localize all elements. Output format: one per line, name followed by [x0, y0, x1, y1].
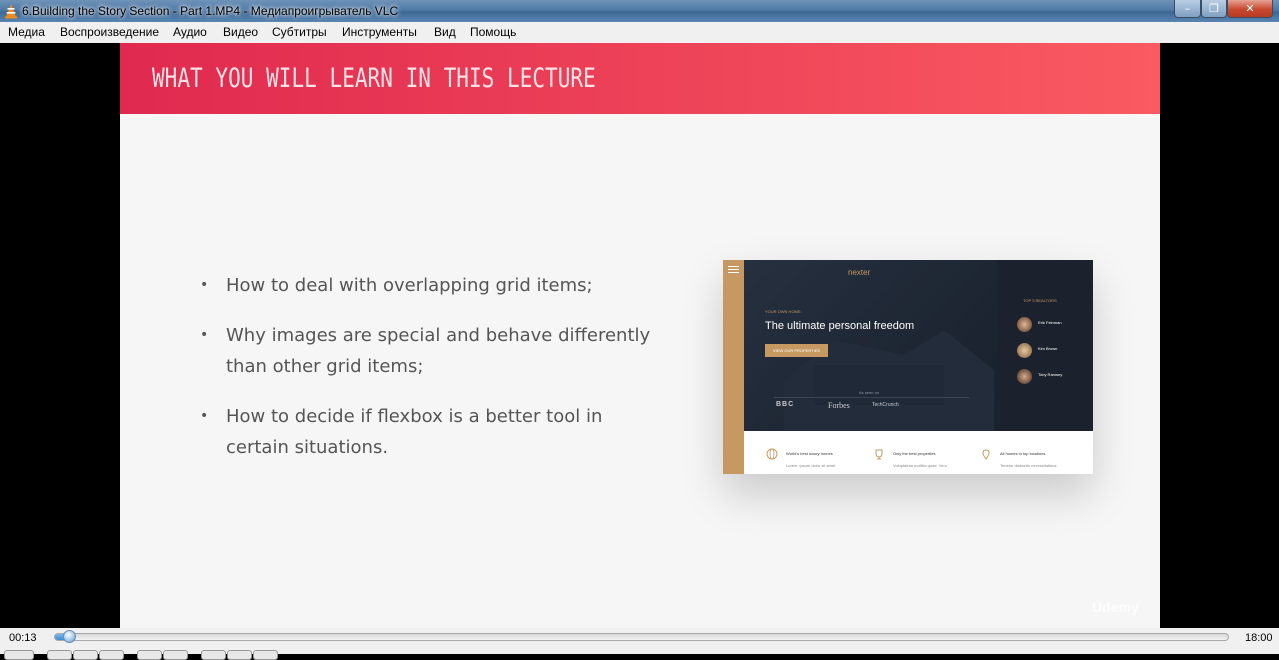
bullet-text: How to decide if flexbox is a better too… [226, 406, 603, 458]
realtor-name: Erik Feinman [1038, 320, 1062, 325]
bullet-dot: • [200, 327, 209, 343]
mockup-realtors: TOP 3 REALTORS Erik Feinman Kim Brown To… [997, 260, 1093, 431]
press-bbc: BBC [776, 401, 795, 408]
mockup-features: World's best luxury homes Lorem, ipsum d… [744, 431, 1093, 474]
press-techcrunch: TechCrunch [872, 402, 899, 408]
mockup-sidebar [723, 260, 744, 474]
website-mockup: nexter YOUR OWN HOME: The ultimate perso… [723, 260, 1093, 474]
menu-media[interactable]: Медиа [8, 25, 45, 39]
previous-button[interactable] [47, 650, 72, 660]
menu-video[interactable]: Видео [223, 25, 258, 39]
elapsed-time: 00:13 [9, 632, 37, 644]
bullet-text: How to deal with overlapping grid items; [226, 275, 593, 296]
feature-text: Lorem, ipsum dolor sit amet [786, 463, 836, 468]
map-pin-icon [982, 449, 990, 460]
player-controls: 00:13 18:00 [0, 628, 1279, 660]
close-icon: ✕ [1245, 2, 1255, 15]
lecture-slide: WHAT YOU WILL LEARN IN THIS LECTURE • Ho… [120, 43, 1160, 628]
trophy-icon [875, 449, 883, 460]
menu-view[interactable]: Вид [434, 25, 456, 39]
close-button[interactable]: ✕ [1227, 0, 1273, 18]
mockup-logo: nexter [848, 268, 871, 277]
slide-header: WHAT YOU WILL LEARN IN THIS LECTURE [120, 43, 1160, 114]
maximize-button[interactable]: ❐ [1201, 0, 1227, 18]
hamburger-icon [728, 266, 739, 273]
feature-title: All homes in top locations [1000, 451, 1046, 456]
vlc-cone-icon [5, 4, 17, 19]
restore-icon: ❐ [1209, 2, 1219, 15]
menu-tools[interactable]: Инструменты [342, 25, 417, 39]
menu-playback[interactable]: Воспроизведение [60, 25, 159, 39]
vlc-window: 6.Building the Story Section - Part 1.MP… [0, 0, 1279, 660]
avatar [1017, 369, 1032, 384]
feature-title: Only the best properties [893, 451, 936, 456]
feature-text: Tenetur distinctio necessitatibus [1000, 463, 1057, 468]
minimize-icon: – [1184, 2, 1191, 15]
bullet-item: • How to decide if flexbox is a better t… [200, 401, 670, 463]
seek-handle[interactable] [63, 630, 76, 643]
next-button[interactable] [99, 650, 124, 660]
globe-icon [766, 448, 778, 460]
minimize-button[interactable]: – [1174, 0, 1201, 18]
feature-text: Voluptatum mollitia quae. Vero [893, 463, 948, 468]
slide-title: WHAT YOU WILL LEARN IN THIS LECTURE [152, 63, 596, 94]
loop-button[interactable] [201, 650, 226, 660]
feature-title: World's best luxury homes [786, 451, 833, 456]
realtor-name: Kim Brown [1038, 346, 1058, 351]
play-button[interactable] [4, 650, 34, 660]
avatar [1017, 343, 1032, 358]
mockup-seen-on: As seen on [859, 390, 880, 395]
menu-help[interactable]: Помощь [470, 25, 516, 39]
seek-bar[interactable] [54, 630, 1229, 643]
extended-settings-button[interactable] [163, 650, 188, 660]
menu-audio[interactable]: Аудио [173, 25, 207, 39]
mockup-cta-button: VIEW OUR PROPERTIES [765, 344, 828, 357]
bullet-item: • Why images are special and behave diff… [200, 320, 670, 382]
bullet-dot: • [200, 408, 209, 424]
playlist-button[interactable] [227, 650, 252, 660]
fullscreen-button[interactable] [137, 650, 162, 660]
mockup-headline: The ultimate personal freedom [765, 320, 915, 332]
udemy-watermark: Udemy [1092, 599, 1139, 615]
mockup-divider [774, 397, 969, 398]
bullet-text: Why images are special and behave differ… [226, 325, 651, 377]
mockup-cta-label: VIEW OUR PROPERTIES [773, 348, 821, 353]
realtors-title: TOP 3 REALTORS [1023, 298, 1057, 303]
video-area[interactable]: WHAT YOU WILL LEARN IN THIS LECTURE • Ho… [0, 43, 1279, 628]
mockup-eyebrow: YOUR OWN HOME: [765, 309, 802, 314]
title-bar[interactable]: 6.Building the Story Section - Part 1.MP… [0, 0, 1279, 22]
press-forbes: Forbes [828, 401, 850, 410]
bullet-dot: • [200, 277, 209, 293]
realtor-name: Toby Ramsey [1038, 372, 1063, 377]
window-title: 6.Building the Story Section - Part 1.MP… [22, 4, 399, 18]
random-button[interactable] [253, 650, 278, 660]
menu-subtitles[interactable]: Субтитры [272, 25, 327, 39]
stop-button[interactable] [73, 650, 98, 660]
avatar [1017, 317, 1032, 332]
total-time: 18:00 [1245, 632, 1273, 644]
menu-bar: Медиа Воспроизведение Аудио Видео Субтит… [0, 22, 1279, 43]
bullet-item: • How to deal with overlapping grid item… [200, 270, 670, 301]
